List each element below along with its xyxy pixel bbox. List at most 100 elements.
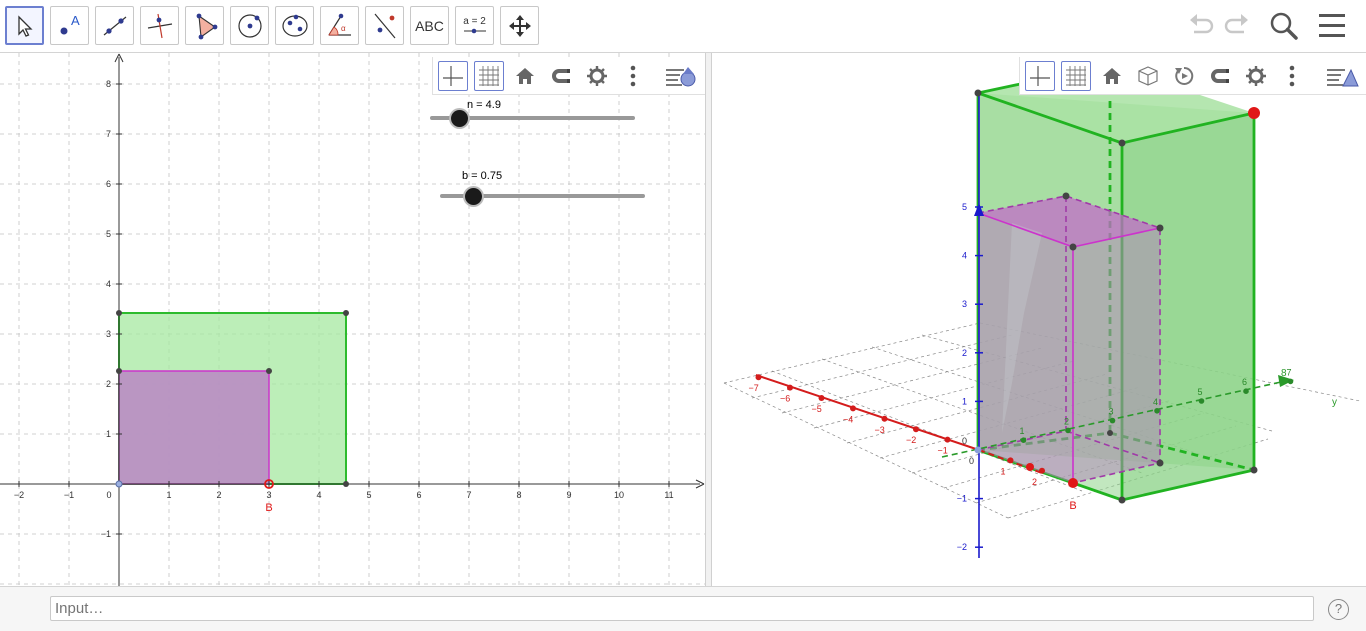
toggle-3d-axes-button[interactable] xyxy=(1025,61,1055,91)
x-tick-label: −2 xyxy=(14,490,24,500)
polygon-tool-button[interactable] xyxy=(185,6,224,45)
y-tick-label: 4 xyxy=(1153,397,1158,407)
clipping-box-button[interactable] xyxy=(1133,61,1163,91)
x-tick-label: 6 xyxy=(416,490,421,500)
graphics-3d-canvas[interactable]: −7 −6 −5 −4 −3 −2 −1 0 1 2 1 2 3 4 5 6 7 5 4 3 2 1 0 −1 −2 y 8… xyxy=(712,53,1366,586)
ellipse-tool-button[interactable] xyxy=(275,6,314,45)
point-tool-button[interactable]: A xyxy=(50,6,89,45)
x-tick-mark xyxy=(881,415,888,422)
gear-icon xyxy=(587,66,607,86)
x-tick-label: 3 xyxy=(266,490,271,500)
undo-button[interactable] xyxy=(1186,10,1216,44)
toggle-3d-grid-button[interactable] xyxy=(1061,61,1091,91)
toggle-grid-button[interactable] xyxy=(474,61,504,91)
y-axis-label: y xyxy=(1332,397,1337,408)
point-tool-letter: A xyxy=(71,13,80,28)
y-tick-label: 3 xyxy=(1109,407,1114,417)
y-tick-mark xyxy=(1287,378,1294,385)
origin-point[interactable] xyxy=(115,480,123,488)
slider-icon xyxy=(463,28,486,34)
angle-tool-button[interactable]: α xyxy=(320,6,359,45)
y-tick-mark xyxy=(1065,427,1071,434)
cube-icon xyxy=(1138,66,1158,86)
x-tick-mark xyxy=(755,374,762,381)
slider-b-label: b = 0.75 xyxy=(462,170,503,182)
x-tick-label: 11 xyxy=(664,490,673,500)
small-rectangle[interactable] xyxy=(118,370,270,485)
search-icon xyxy=(1270,12,1298,40)
z-tick-label: 0 xyxy=(962,436,967,446)
y-tick-mark xyxy=(1243,388,1249,395)
z-tick-label: −1 xyxy=(957,494,967,504)
x-tick-label: 2 xyxy=(216,490,221,500)
help-button[interactable]: ? xyxy=(1328,599,1349,620)
slider-b-knob[interactable] xyxy=(465,188,482,205)
svg-text:α: α xyxy=(341,24,346,33)
x-tick-label: 1 xyxy=(166,490,171,500)
view-divider[interactable] xyxy=(705,53,712,586)
point-capturing-button[interactable] xyxy=(546,61,576,91)
more-vertical-icon xyxy=(1289,65,1295,87)
magnet-icon xyxy=(552,69,570,83)
vertex-point[interactable] xyxy=(116,310,122,316)
graphics-3d-view[interactable]: −7 −6 −5 −4 −3 −2 −1 0 1 2 1 2 3 4 5 6 7 5 4 3 2 1 0 −1 −2 y 8… xyxy=(712,53,1366,586)
y-tick-label: 4 xyxy=(106,279,111,289)
reflect-tool-button[interactable] xyxy=(365,6,404,45)
x-tick-label: 0 xyxy=(969,456,974,466)
reflect-line-icon xyxy=(374,13,395,38)
standard-3d-view-button[interactable] xyxy=(1097,61,1127,91)
toggle-axes-button[interactable] xyxy=(438,61,468,91)
vertex-point[interactable] xyxy=(116,368,122,374)
more-options-button[interactable] xyxy=(618,61,648,91)
x-tick-mark xyxy=(1039,467,1045,474)
text-tool-label: ABC xyxy=(415,17,444,34)
x-axis-point[interactable] xyxy=(1026,463,1034,471)
rotate-view-button[interactable] xyxy=(1169,61,1199,91)
z-tick-label: 4 xyxy=(962,251,967,261)
standard-view-button[interactable] xyxy=(510,61,540,91)
y-tick-label: 5 xyxy=(106,229,111,239)
x-tick-label: −6 xyxy=(780,394,790,404)
settings-3d-button[interactable] xyxy=(1241,61,1271,91)
search-button[interactable] xyxy=(1268,10,1300,46)
origin-point-3d[interactable] xyxy=(974,446,982,454)
main-menu-button[interactable] xyxy=(1317,12,1347,44)
x-tick-label: −4 xyxy=(843,414,853,424)
text-tool-button[interactable]: ABC xyxy=(410,6,449,45)
z-tick-label: −2 xyxy=(957,542,967,552)
vertex-point[interactable] xyxy=(343,481,349,487)
perpendicular-tool-button[interactable] xyxy=(140,6,179,45)
slider-n-knob[interactable] xyxy=(451,110,468,127)
hamburger-menu-icon xyxy=(1319,14,1345,37)
y-axis-end-tick: 8 xyxy=(1281,368,1287,379)
undo-icon xyxy=(1190,14,1214,34)
z-tick-label: 3 xyxy=(962,299,967,309)
move-view-tool-button[interactable] xyxy=(500,6,539,45)
vertex-point[interactable] xyxy=(343,310,349,316)
point-b-3d[interactable] xyxy=(1068,478,1078,488)
angle-icon: α xyxy=(327,13,351,36)
graphics-style-bar xyxy=(432,57,705,95)
purple-prism[interactable] xyxy=(977,195,1161,484)
y-tick-label: −1 xyxy=(101,529,111,539)
redo-button[interactable] xyxy=(1222,10,1252,44)
view-3d-menu-button[interactable] xyxy=(1324,61,1360,91)
move-tool-button[interactable] xyxy=(5,6,44,45)
circle-tool-button[interactable] xyxy=(230,6,269,45)
slider-n-label: n = 4.9 xyxy=(467,99,501,111)
axes-icon xyxy=(1030,66,1050,86)
view-menu-icon xyxy=(666,67,696,87)
point-capturing-3d-button[interactable] xyxy=(1205,61,1235,91)
line-tool-button[interactable] xyxy=(95,6,134,45)
slider-tool-button[interactable]: a = 2 xyxy=(455,6,494,45)
graphics-view[interactable]: −2 −1 0 1 2 3 4 5 6 7 8 9 10 11 8 7 6 5 4 3 2 1 −1 B n = 4.9 b… xyxy=(0,53,705,586)
top-corner-point[interactable] xyxy=(1248,107,1260,119)
x-tick-label: 0 xyxy=(106,490,111,500)
algebra-input[interactable] xyxy=(50,596,1314,621)
grid-icon xyxy=(1066,66,1086,86)
more-options-3d-button[interactable] xyxy=(1277,61,1307,91)
vertex-point[interactable] xyxy=(266,368,272,374)
settings-button[interactable] xyxy=(582,61,612,91)
view-menu-button[interactable] xyxy=(663,61,699,91)
graphics-canvas[interactable]: −2 −1 0 1 2 3 4 5 6 7 8 9 10 11 8 7 6 5 4 3 2 1 −1 B xyxy=(0,53,705,586)
